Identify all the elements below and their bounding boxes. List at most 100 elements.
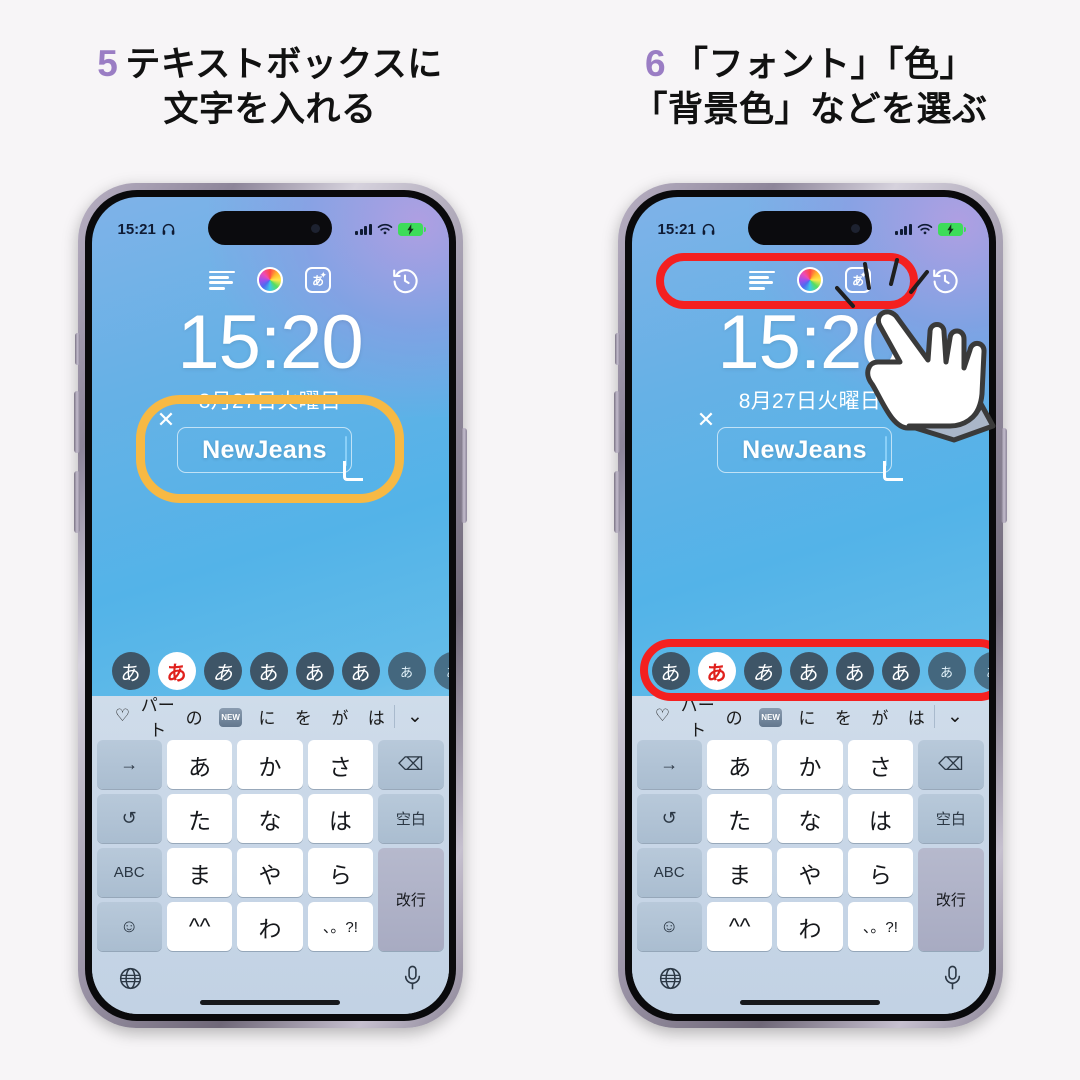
key-ma-right[interactable]: ま (706, 848, 773, 897)
predict-item-6-right[interactable]: が (862, 704, 898, 729)
predict-item-5[interactable]: を (285, 704, 321, 729)
key-ha-right[interactable]: は (847, 794, 914, 843)
key-sa[interactable]: さ (307, 740, 374, 789)
space-key-right[interactable]: 空白 (918, 794, 984, 843)
key-punctuation-right[interactable]: 、。?! (847, 902, 914, 951)
key-row-1: → あ か さ ⌫ (96, 740, 444, 789)
predict-item-7-right[interactable]: は (898, 704, 934, 729)
close-x-icon-right[interactable]: ✕ (695, 409, 717, 431)
key-sa-right[interactable]: さ (847, 740, 914, 789)
dynamic-island-right (748, 211, 872, 245)
predict-item-3-new-badge-right[interactable]: NEW (752, 705, 788, 727)
font-chip-5[interactable]: あ (295, 652, 334, 690)
key-punctuation[interactable]: 、。?! (307, 902, 374, 951)
font-chip-4[interactable]: あ (249, 652, 288, 690)
battery-charging-icon-right (937, 222, 966, 236)
step-5-title-line1: テキストボックスに (125, 45, 443, 84)
volume-up-button-right[interactable] (613, 391, 620, 453)
microphone-icon[interactable] (402, 965, 423, 991)
predict-item-7[interactable]: は (358, 704, 394, 729)
volume-down-button[interactable] (73, 471, 80, 533)
key-ta[interactable]: た (166, 794, 233, 843)
predict-item-1[interactable]: パート (140, 691, 176, 741)
globe-icon[interactable] (118, 966, 143, 991)
chevron-down-icon[interactable]: ⌄ (394, 704, 434, 728)
home-indicator[interactable] (200, 1000, 340, 1005)
key-a[interactable]: あ (166, 740, 233, 789)
key-kaomoji-right[interactable]: ^^ (706, 902, 773, 951)
key-ka[interactable]: か (237, 740, 303, 789)
pointing-hand-cursor (865, 309, 996, 443)
abc-key-right[interactable]: ABC (636, 848, 702, 897)
undo-key[interactable]: ↺ (96, 794, 162, 843)
heart-icon-right[interactable]: ♡ (646, 706, 680, 726)
key-ya[interactable]: や (237, 848, 303, 897)
predict-item-2[interactable]: の (176, 704, 212, 729)
resize-corner-handle-right[interactable] (883, 461, 903, 481)
key-grid-left: → あ か さ ⌫ ↺ た な は 空白 ABC ま や ら 改行 ☺ ^^ わ… (92, 736, 449, 951)
mute-switch[interactable] (74, 333, 80, 365)
text-align-left-icon[interactable] (209, 270, 235, 290)
history-undo-icon[interactable] (391, 266, 419, 294)
font-chip-2-glyph: あ (166, 662, 187, 685)
key-ma[interactable]: ま (166, 848, 233, 897)
cursor-right-key[interactable]: → (96, 740, 162, 789)
home-indicator-right[interactable] (740, 1000, 880, 1005)
power-button[interactable] (460, 428, 467, 523)
backspace-key[interactable]: ⌫ (378, 740, 444, 789)
emoji-key[interactable]: ☺ (96, 902, 162, 951)
key-na-right[interactable]: な (777, 794, 843, 843)
key-kaomoji[interactable]: ^^ (166, 902, 233, 951)
font-chip-2-selected[interactable]: あ (157, 652, 196, 690)
font-chip-1-glyph: あ (120, 662, 141, 685)
chevron-down-icon-right[interactable]: ⌄ (934, 704, 974, 728)
step-6-title-line2: 「背景色」などを選ぶ (632, 89, 988, 129)
emoji-key-right[interactable]: ☺ (636, 902, 702, 951)
heart-icon[interactable]: ♡ (106, 706, 140, 726)
key-ra[interactable]: ら (307, 848, 374, 897)
key-a-right[interactable]: あ (706, 740, 773, 789)
predict-item-4[interactable]: に (249, 704, 285, 729)
headphone-icon-right (702, 223, 715, 235)
status-right (355, 222, 426, 236)
predict-item-2-right[interactable]: の (716, 704, 752, 729)
undo-key-right[interactable]: ↺ (636, 794, 702, 843)
key-na[interactable]: な (237, 794, 303, 843)
backspace-key-right[interactable]: ⌫ (918, 740, 984, 789)
return-key[interactable]: 改行 (378, 848, 444, 951)
text-effects-icon[interactable]: あ ✦ (305, 267, 331, 293)
key-ka-right[interactable]: か (777, 740, 843, 789)
volume-down-button-right[interactable] (613, 471, 620, 533)
font-chip-7[interactable]: あ (387, 652, 426, 690)
front-camera-icon-right (851, 223, 860, 233)
font-chip-6-glyph: あ (350, 662, 371, 685)
new-badge-right: NEW (759, 708, 783, 727)
abc-key[interactable]: ABC (96, 848, 162, 897)
predict-item-3-new-badge[interactable]: NEW (212, 705, 248, 727)
step-6-heading: 6 「フォント」「色」 「背景色」などを選ぶ (540, 0, 1080, 175)
font-chip-6[interactable]: あ (341, 652, 380, 690)
font-chip-1[interactable]: あ (111, 652, 150, 690)
mute-switch-right[interactable] (614, 333, 620, 365)
microphone-icon-right[interactable] (942, 965, 963, 991)
color-wheel-icon[interactable] (257, 267, 283, 293)
font-chip-3[interactable]: あ (203, 652, 242, 690)
new-badge: NEW (219, 708, 243, 727)
space-key[interactable]: 空白 (378, 794, 444, 843)
font-selector-row-left[interactable]: あ あ あ あ あ あ あ あ (92, 649, 449, 693)
cursor-right-key-right[interactable]: → (636, 740, 702, 789)
globe-icon-right[interactable] (658, 966, 683, 991)
predict-item-6[interactable]: が (322, 704, 358, 729)
keyboard-bottom-left (92, 956, 449, 1000)
predict-item-4-right[interactable]: に (789, 704, 825, 729)
key-ra-right[interactable]: ら (847, 848, 914, 897)
key-ta-right[interactable]: た (706, 794, 773, 843)
font-chip-8[interactable]: あ (433, 652, 449, 690)
volume-up-button[interactable] (73, 391, 80, 453)
key-ha[interactable]: は (307, 794, 374, 843)
predict-item-5-right[interactable]: を (825, 704, 861, 729)
key-wa[interactable]: わ (237, 902, 303, 951)
cellular-bars-icon-right (895, 223, 912, 235)
key-ya-right[interactable]: や (777, 848, 843, 897)
key-wa-right[interactable]: わ (777, 902, 843, 951)
